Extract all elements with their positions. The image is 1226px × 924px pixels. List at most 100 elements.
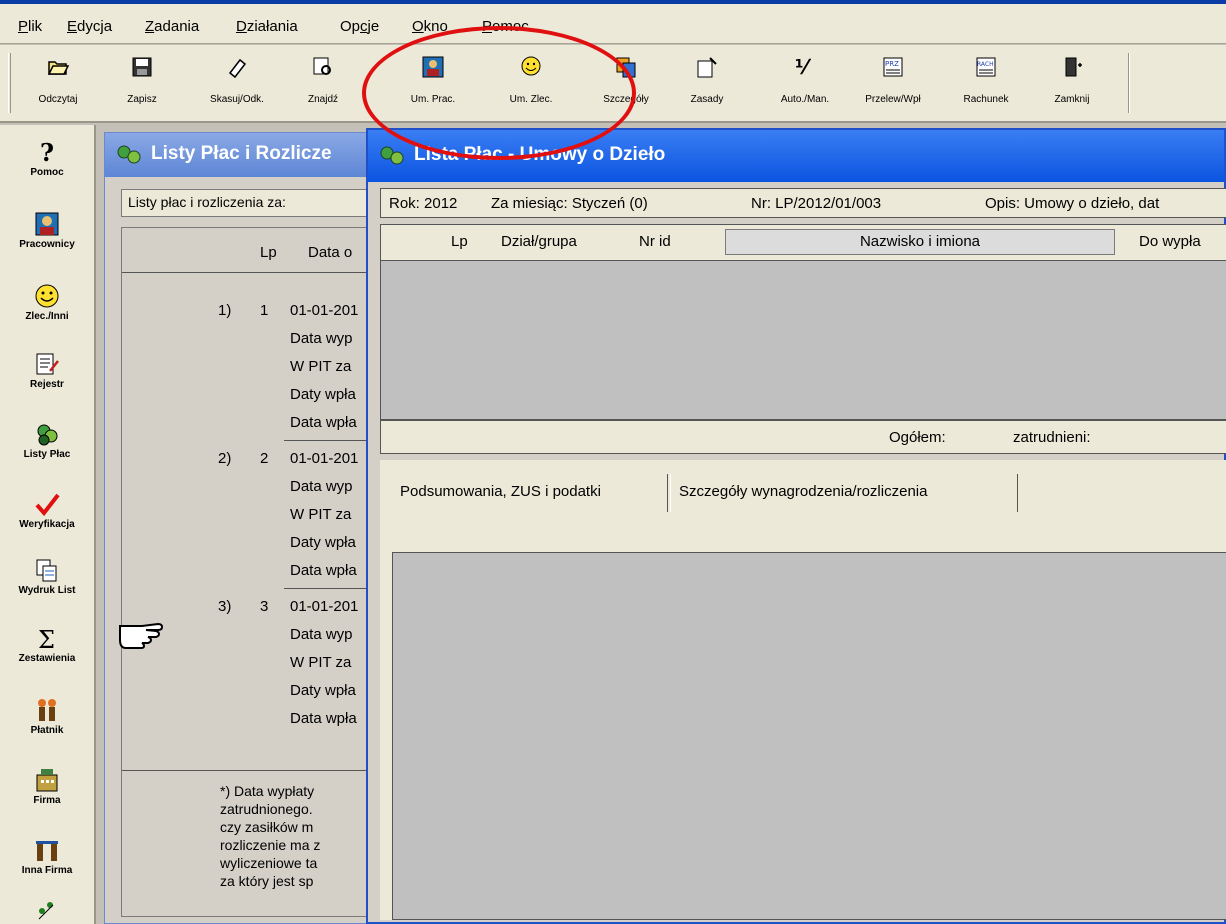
payroll-lists-title: Listy Płac i Rozlicze [151, 143, 332, 164]
grid-footer: Ogółem: zatrudnieni: [381, 419, 1226, 453]
find-icon [311, 55, 335, 79]
svg-text:PRZ: PRZ [885, 60, 899, 68]
tab-panel [392, 552, 1226, 920]
company-icon [34, 767, 60, 793]
menu-plik[interactable]: Plik [18, 18, 42, 35]
group-date[interactable]: 01-01-201 [290, 598, 358, 615]
sidebar-item-zlec-inni[interactable]: Zlec./Inni [0, 283, 94, 322]
sidebar-item-wydruk-list[interactable]: Wydruk List [0, 557, 94, 596]
list-item: W PIT za [290, 506, 352, 523]
total-label: Ogółem: [889, 429, 946, 446]
year-label: Rok: 2012 [389, 195, 458, 212]
help-icon: ? [34, 138, 60, 167]
menu-dzialania[interactable]: Działania [236, 18, 298, 35]
footnote-line: wyliczeniowe ta [220, 855, 318, 871]
left-sidebar: ? Pomoc Pracownicy Zlec./Inni Rejestr Li… [0, 125, 96, 924]
col-date-header: Data o [308, 244, 353, 261]
tab-podsumowania[interactable]: Podsumowania, ZUS i podatki [392, 474, 668, 512]
sidebar-item-zestawienia[interactable]: Σ Zestawienia [0, 625, 94, 664]
footnote-line: *) Data wypłaty [220, 783, 315, 799]
list-item: Data wpła [290, 562, 357, 579]
sigma-icon: Σ [34, 625, 60, 654]
tab-szczegoly-wynagrodzenia[interactable]: Szczegóły wynagrodzenia/rozliczenia [670, 474, 1018, 512]
list-item: Daty wpła [290, 386, 356, 403]
sidebar-item-firma[interactable]: Firma [0, 767, 94, 806]
period-field[interactable]: Listy płac i rozliczenia za: [121, 189, 381, 217]
sidebar-item-more[interactable] [0, 897, 94, 924]
toolbar-przelew-button[interactable]: PRZ Przelew/Wpł [848, 49, 938, 115]
group-number: 1) [218, 302, 232, 319]
header-divider [122, 272, 380, 273]
list-item: W PIT za [290, 654, 352, 671]
sidebar-item-pomoc[interactable]: ? Pomoc [0, 138, 94, 178]
folder-open-icon [46, 55, 70, 79]
window-app-icon [115, 143, 143, 170]
group-date[interactable]: 01-01-201 [290, 450, 358, 467]
annotation-red-circle [362, 26, 636, 160]
list-item: Daty wpła [290, 682, 356, 699]
group-number: 3) [218, 598, 232, 615]
payroll-icon [34, 421, 60, 447]
toolbar-skasuj-button[interactable]: Skasuj/Odk. [196, 49, 278, 115]
sidebar-item-listy-plac[interactable]: Listy Płac [0, 421, 94, 460]
sidebar-item-platnik[interactable]: Płatnik [0, 697, 94, 736]
register-icon [34, 351, 60, 377]
group-number: 2) [218, 450, 232, 467]
toolbar-separator [1128, 53, 1130, 113]
month-label: Za miesiąc: Styczeń (0) [491, 195, 648, 212]
checkmark-icon [34, 491, 60, 517]
rules-icon [695, 55, 719, 79]
svg-text:RACH: RACH [977, 61, 994, 68]
menu-edycja[interactable]: Edycja [67, 18, 112, 35]
group-date[interactable]: 01-01-201 [290, 302, 358, 319]
menu-opcje[interactable]: Opcje [340, 18, 379, 35]
svg-text:⅟: ⅟ [795, 55, 812, 79]
toolbar-rachunek-button[interactable]: RACH Rachunek [950, 49, 1022, 115]
sidebar-item-pracownicy[interactable]: Pracownicy [0, 211, 94, 250]
tabs-area: Podsumowania, ZUS i podatki Szczegóły wy… [380, 460, 1226, 920]
list-item: Data wyp [290, 330, 353, 347]
col-do-wyplaty[interactable]: Do wypła [1139, 233, 1201, 250]
smiley-icon [34, 283, 60, 309]
grid-header: Lp Dział/grupa Nr id Nazwisko i imiona D… [381, 225, 1226, 261]
employees-grid[interactable]: Lp Dział/grupa Nr id Nazwisko i imiona D… [380, 224, 1226, 454]
sidebar-item-weryfikacja[interactable]: Weryfikacja [0, 491, 94, 530]
col-nazwisko-imiona[interactable]: Nazwisko i imiona [725, 229, 1115, 255]
col-lp-header: Lp [260, 244, 277, 261]
list-item: Data wpła [290, 710, 357, 727]
footnote-line: czy zasiłków m [220, 819, 314, 835]
note-divider [122, 770, 380, 771]
col-dzial-grupa[interactable]: Dział/grupa [501, 233, 577, 250]
eraser-icon [225, 55, 249, 79]
col-lp[interactable]: Lp [451, 233, 468, 250]
svg-text:Σ: Σ [38, 626, 55, 651]
sidebar-item-inna-firma[interactable]: Inna Firma [0, 837, 94, 876]
close-door-icon [1060, 55, 1084, 79]
payroll-lists-window: Listy Płac i Rozlicze Listy płac i rozli… [104, 132, 384, 924]
toolbar-znajdz-button[interactable]: Znajdź [292, 49, 354, 115]
footnote-line: zatrudnionego. [220, 801, 313, 817]
employed-label: zatrudnieni: [1013, 429, 1091, 446]
toolbar-zasady-button[interactable]: Zasady [676, 49, 738, 115]
window-app-icon [378, 144, 406, 171]
toolbar-zamknij-button[interactable]: Zamknij [1036, 49, 1108, 115]
other-company-icon [34, 837, 60, 863]
sidebar-item-rejestr[interactable]: Rejestr [0, 351, 94, 390]
transfer-icon: PRZ [881, 55, 905, 79]
more-icon [34, 897, 60, 923]
col-nr-id[interactable]: Nr id [639, 233, 671, 250]
payroll-list[interactable]: Lp Data o 1) 1 01-01-201 Data wyp W PIT … [121, 227, 381, 917]
list-item: W PIT za [290, 358, 352, 375]
menu-zadania[interactable]: Zadania [145, 18, 199, 35]
svg-text:?: ? [40, 139, 54, 165]
save-icon [130, 55, 154, 79]
list-item: Data wpła [290, 414, 357, 431]
print-lists-icon [34, 557, 60, 583]
payroll-lists-title-bar[interactable]: Listy Płac i Rozlicze [105, 133, 383, 177]
toolbar-auto-man-button[interactable]: ⅟ Auto./Man. [764, 49, 846, 115]
toolbar-grip[interactable] [8, 53, 11, 113]
group-lp: 2 [260, 450, 269, 467]
toolbar-zapisz-button[interactable]: Zapisz [106, 49, 178, 115]
toolbar-odczytaj-button[interactable]: Odczytaj [22, 49, 94, 115]
footnote-line: za który jest sp [220, 873, 314, 889]
